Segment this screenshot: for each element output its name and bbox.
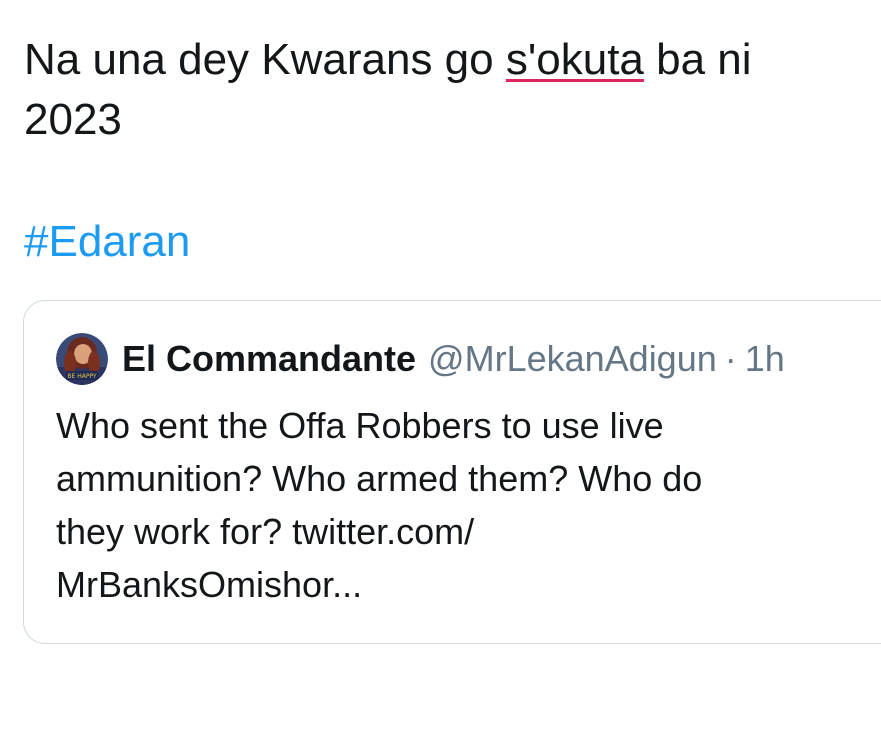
misspelled-word[interactable]: s'okuta — [506, 35, 644, 84]
tweet-text-segment: Na una dey Kwarans go — [24, 35, 506, 84]
tweet-text: Na una dey Kwarans go s'okuta ba ni 2023 — [24, 30, 864, 150]
author-handle[interactable]: @MrLekanAdigun — [428, 338, 717, 380]
tweet-text-line-1: Na una dey Kwarans go s'okuta ba ni — [24, 30, 864, 90]
hashtag-link[interactable]: #Edaran — [24, 212, 190, 272]
author-name[interactable]: El Commandante — [122, 338, 416, 380]
separator-dot: · — [724, 338, 737, 379]
quoted-tweet-card[interactable]: BE HAPPY El Commandante @MrLekanAdigun ·… — [23, 300, 881, 644]
tweet-text-segment: ba ni — [643, 35, 752, 84]
avatar[interactable]: BE HAPPY — [56, 333, 108, 385]
tweet-timestamp[interactable]: 1h — [745, 338, 785, 380]
avatar-image: BE HAPPY — [56, 333, 108, 385]
quoted-tweet-text: Who sent the Offa Robbers to use live am… — [56, 399, 876, 611]
quoted-text-line: Who sent the Offa Robbers to use live — [56, 405, 664, 446]
quoted-text-line: ammunition? Who armed them? Who do — [56, 458, 703, 499]
quoted-text-line: MrBanksOmishor... — [56, 564, 363, 605]
tweet-text-line-2: 2023 — [24, 95, 122, 144]
avatar-caption: BE HAPPY — [67, 373, 97, 380]
quoted-text-line: they work for? twitter.com/ — [56, 511, 475, 552]
quoted-tweet-header: BE HAPPY El Commandante @MrLekanAdigun ·… — [56, 331, 785, 387]
